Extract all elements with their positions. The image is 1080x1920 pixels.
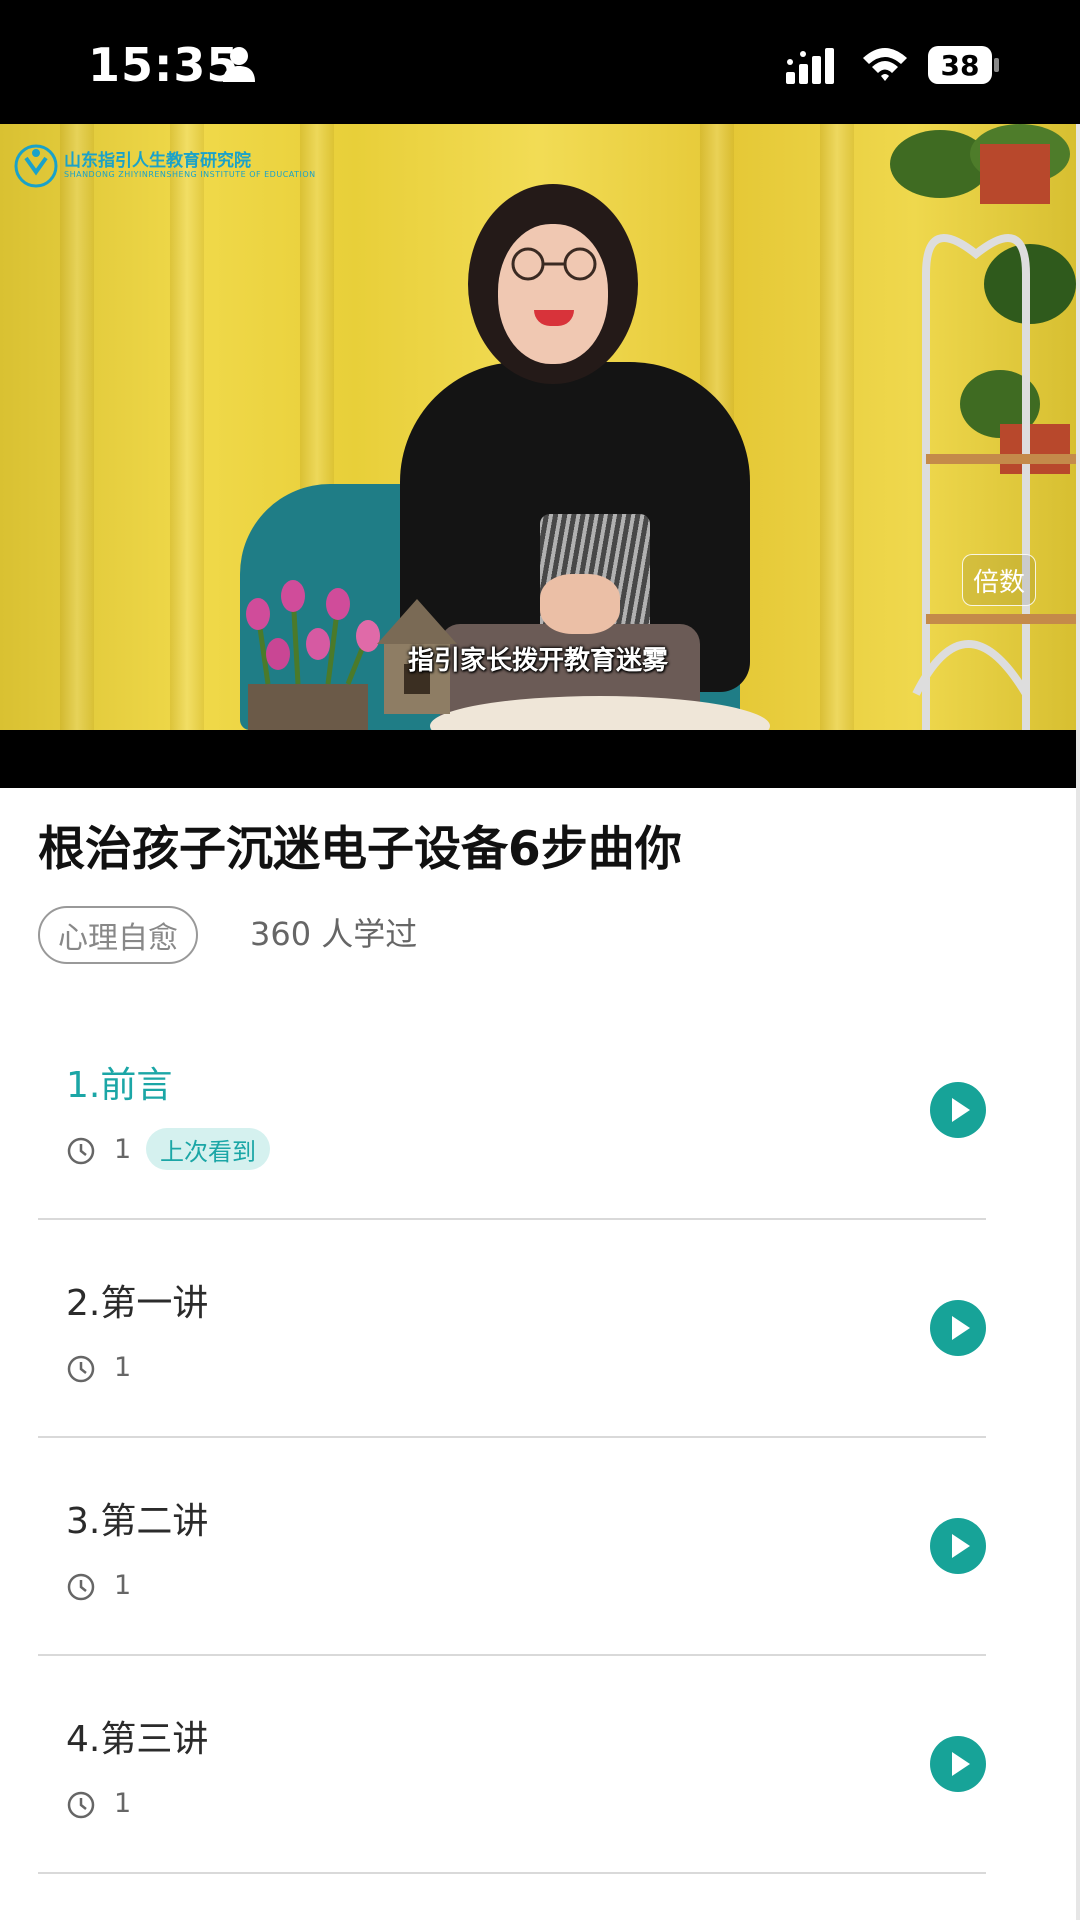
lesson-title: 3.第二讲 <box>66 1501 209 1542</box>
status-bar: 15:35 38 <box>0 0 1080 124</box>
play-icon[interactable] <box>930 1300 986 1356</box>
playback-speed-button[interactable]: 倍数 <box>962 554 1036 606</box>
battery-indicator: 38 <box>928 46 1000 84</box>
play-icon[interactable] <box>930 1736 986 1792</box>
logo-text: 山东指引人生教育研究院 <box>64 151 251 171</box>
lesson-duration: 1 <box>114 1788 132 1819</box>
video-subtitle: 指引家长拨开教育迷雾 <box>407 646 668 676</box>
lesson-item[interactable]: 4.第三讲 1 <box>38 1656 986 1874</box>
signal-icon <box>786 48 834 84</box>
divider <box>38 1872 986 1874</box>
category-tag[interactable]: 心理自愈 <box>38 906 198 964</box>
lesson-title: 4.第三讲 <box>66 1719 209 1760</box>
battery-level: 38 <box>928 46 992 84</box>
lesson-duration: 1 <box>114 1134 132 1165</box>
battery-cap <box>994 58 999 72</box>
clock-icon <box>67 1137 95 1165</box>
lesson-title: 2.第一讲 <box>66 1283 209 1324</box>
lesson-duration: 1 <box>114 1352 132 1383</box>
wifi-icon <box>863 48 907 81</box>
person-icon <box>223 47 255 82</box>
video-player[interactable]: 山东指引人生教育研究院 SHANDONG ZHIYINRENSHENG INST… <box>0 124 1080 788</box>
presenter-face <box>498 224 608 364</box>
lesson-title: 1.前言 <box>66 1065 173 1106</box>
lesson-item[interactable]: 3.第二讲 1 <box>38 1438 986 1656</box>
presenter-hands <box>540 574 620 634</box>
logo-subtext: SHANDONG ZHIYINRENSHENG INSTITUTE OF EDU… <box>64 170 316 179</box>
clock-icon <box>67 1355 95 1383</box>
scroll-edge <box>1076 124 1080 1920</box>
last-watched-badge: 上次看到 <box>146 1128 270 1170</box>
lesson-duration: 1 <box>114 1570 132 1601</box>
video-frame[interactable]: 山东指引人生教育研究院 SHANDONG ZHIYINRENSHENG INST… <box>0 124 1076 730</box>
lesson-item[interactable]: 1.前言 1 上次看到 <box>38 1002 986 1220</box>
clock-icon <box>67 1573 95 1601</box>
glasses <box>511 247 597 281</box>
course-title: 根治孩子沉迷电子设备6步曲你 <box>38 822 682 877</box>
institute-logo-icon <box>14 144 58 188</box>
learner-count: 360 人学过 <box>250 915 418 953</box>
play-icon[interactable] <box>930 1518 986 1574</box>
status-time: 15:35 <box>88 38 240 92</box>
play-icon[interactable] <box>930 1082 986 1138</box>
lesson-item[interactable]: 2.第一讲 1 <box>38 1220 986 1438</box>
clock-icon <box>67 1791 95 1819</box>
